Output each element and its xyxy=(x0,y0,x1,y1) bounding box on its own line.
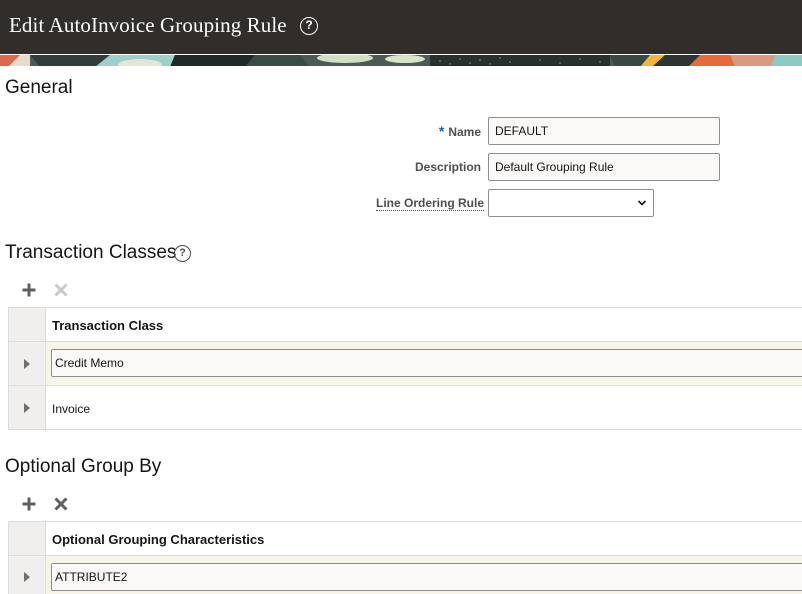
table-header: Transaction Class xyxy=(9,308,802,342)
delete-icon xyxy=(54,283,68,297)
table-row[interactable]: Invoice xyxy=(9,386,802,430)
table-row[interactable]: ATTRIBUTE2 xyxy=(9,556,802,594)
line-ordering-rule-select[interactable] xyxy=(488,189,654,217)
description-field[interactable]: Default Grouping Rule xyxy=(488,153,720,181)
expand-row-icon[interactable] xyxy=(24,572,30,582)
grouping-characteristic-input[interactable]: ATTRIBUTE2 xyxy=(51,563,802,591)
line-ordering-rule-label[interactable]: Line Ordering Rule xyxy=(376,196,485,211)
delete-icon[interactable] xyxy=(53,496,69,512)
help-icon[interactable]: ? xyxy=(174,245,191,262)
transaction-class-input[interactable]: Credit Memo xyxy=(51,349,802,377)
expand-row-icon[interactable] xyxy=(24,403,30,413)
chevron-down-icon xyxy=(637,200,647,206)
table-row[interactable]: Credit Memo xyxy=(9,342,802,386)
table-header: Optional Grouping Characteristics xyxy=(9,522,802,556)
name-label: * Name xyxy=(400,123,481,139)
transaction-classes-section-title: Transaction Classes xyxy=(5,242,177,263)
decorative-banner xyxy=(0,54,802,66)
expand-row-icon[interactable] xyxy=(24,359,30,369)
optional-group-by-table: Optional Grouping Characteristics ATTRIB… xyxy=(8,521,802,594)
general-section-title: General xyxy=(5,77,73,98)
column-header-transaction-class[interactable]: Transaction Class xyxy=(52,318,163,333)
page-header: Edit AutoInvoice Grouping Rule ? xyxy=(0,0,802,54)
column-header-optional-grouping-characteristics[interactable]: Optional Grouping Characteristics xyxy=(52,532,264,547)
optional-group-by-section-title: Optional Group By xyxy=(5,456,162,477)
add-icon[interactable] xyxy=(21,282,37,298)
name-field[interactable]: DEFAULT xyxy=(488,117,720,145)
help-icon[interactable]: ? xyxy=(300,17,318,35)
add-icon[interactable] xyxy=(21,496,37,512)
name-label-text: Name xyxy=(448,125,481,139)
page-title: Edit AutoInvoice Grouping Rule xyxy=(9,13,287,37)
description-label: Description xyxy=(414,160,481,174)
transaction-class-value[interactable]: Invoice xyxy=(52,402,90,416)
required-marker: * xyxy=(438,123,445,139)
transaction-classes-table: Transaction Class Credit Memo Invoice xyxy=(8,307,802,430)
